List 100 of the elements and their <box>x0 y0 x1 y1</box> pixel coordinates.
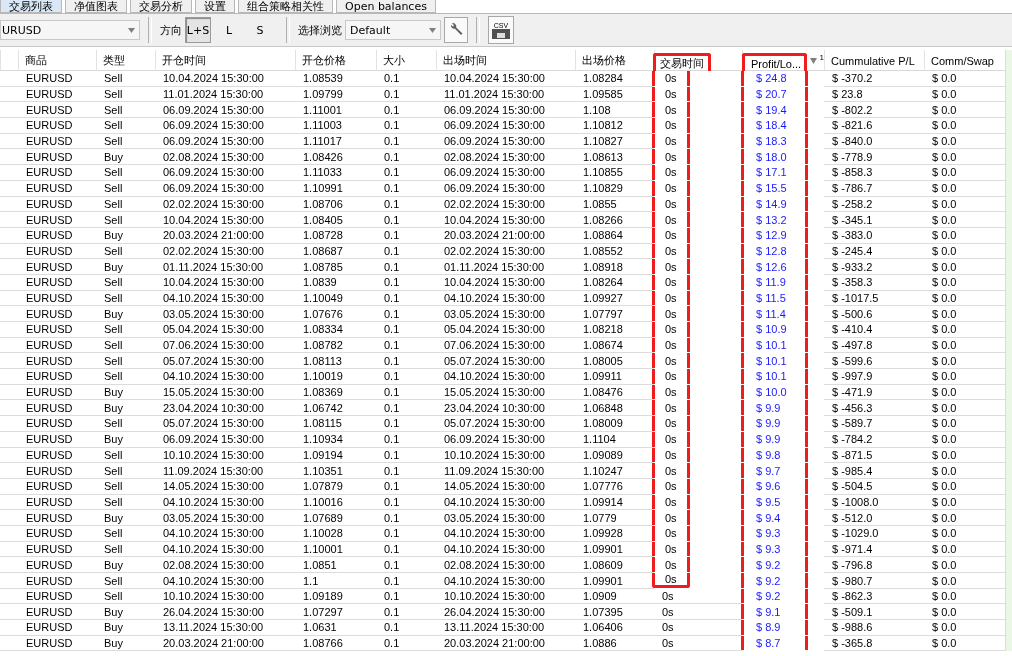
table-cell-text: 10.04.2024 15:30:00 <box>443 72 545 85</box>
table-cell-text: 06.09.2024 15:30:00 <box>162 135 264 148</box>
table-cell-text: EURUSD <box>25 417 73 430</box>
table-cell: 0s <box>652 243 690 259</box>
table-cell-text: Buy <box>103 605 123 618</box>
table-cell-text: 11.09.2024 15:30:00 <box>443 464 545 477</box>
table-cell-text: $ -471.9 <box>831 386 873 399</box>
table-cell-text: EURUSD <box>25 150 73 163</box>
table-cell: $ 24.8 <box>741 71 808 86</box>
table-cell-text: Sell <box>103 197 123 210</box>
table-cell: $ 9.1 <box>741 604 808 620</box>
tab[interactable]: 净值图表 <box>65 0 127 13</box>
column-header[interactable]: Comm/Swap <box>925 54 994 67</box>
table-cell: 0s <box>652 227 690 243</box>
table-cell-text: 06.09.2024 15:30:00 <box>443 135 545 148</box>
column-header[interactable]: 出场价格 <box>576 53 626 68</box>
table-cell-text: 1.08728 <box>302 229 343 242</box>
column-header[interactable]: 大小 <box>377 53 405 68</box>
table-cell-text: Buy <box>103 621 123 634</box>
table-cell-text: $ -985.4 <box>831 464 873 477</box>
table-cell: $ 10.0 <box>741 384 808 400</box>
table-cell-text: $ 0.0 <box>931 260 957 273</box>
table-cell-text: 0.1 <box>383 542 400 555</box>
table-cell-text: $ 0.0 <box>931 197 957 210</box>
table-cell-text: 1.09928 <box>582 527 623 540</box>
table-cell-text: $ 0.0 <box>931 527 957 540</box>
table-cell-text: 06.09.2024 15:30:00 <box>162 433 264 446</box>
table-cell-text: $ 0.0 <box>931 72 957 85</box>
column-header[interactable]: 开仓时间 <box>156 53 206 68</box>
table-cell-text: 10.10.2024 15:30:00 <box>443 590 545 603</box>
direction-toggle[interactable]: L <box>216 17 242 43</box>
table-cell-text: 11.09.2024 15:30:00 <box>162 464 264 477</box>
table-cell-text: EURUSD <box>25 464 73 477</box>
table-cell-text: $ 0.0 <box>931 417 957 430</box>
table-cell-text: 1.0851 <box>302 558 337 571</box>
table-cell-text: EURUSD <box>25 480 73 493</box>
table-cell-text: 05.04.2024 15:30:00 <box>162 323 264 336</box>
table-cell-text: EURUSD <box>25 103 73 116</box>
symbol-dropdown[interactable]: URUSD <box>0 20 140 40</box>
table-cell-text: 1.08266 <box>582 213 623 226</box>
table-cell-text: $ -871.5 <box>831 448 873 461</box>
table-cell: 0s <box>652 165 690 180</box>
table-cell-text: 20.03.2024 21:00:00 <box>162 229 264 242</box>
table-cell-text: 0.1 <box>383 590 400 603</box>
table-cell: $ 11.9 <box>741 274 808 290</box>
table-cell-text: $ 0.0 <box>931 119 957 132</box>
table-cell-text: EURUSD <box>25 72 73 85</box>
table-cell-text: 1.09799 <box>302 88 343 101</box>
table-cell: 0s <box>652 259 690 274</box>
tab[interactable]: 交易分析 <box>130 0 192 13</box>
table-cell-text: 03.05.2024 15:30:00 <box>443 307 545 320</box>
table-cell-text: 1.09089 <box>582 448 623 461</box>
table-cell-text: EURUSD <box>25 88 73 101</box>
column-header[interactable]: 交易时间 <box>653 53 711 71</box>
table-cell: 0s <box>652 290 690 306</box>
table-cell-text: Sell <box>103 527 123 540</box>
table-cell-text: 02.02.2024 15:30:00 <box>162 197 264 210</box>
column-header[interactable]: Cummulative P/L <box>825 54 915 67</box>
table-cell: $ 9.2 <box>741 588 808 604</box>
table-cell-text: 04.10.2024 15:30:00 <box>162 542 264 555</box>
table-cell: $ 9.5 <box>741 494 808 510</box>
direction-toggle[interactable]: L+S <box>185 17 211 43</box>
table-cell: 0s <box>652 149 690 165</box>
table-cell-text: 0.1 <box>383 354 400 367</box>
table-cell-text: EURUSD <box>25 354 73 367</box>
table-cell-text: 04.10.2024 15:30:00 <box>162 370 264 383</box>
table-cell-text: 1.08115 <box>302 417 342 430</box>
tab[interactable]: 设置 <box>195 0 235 13</box>
table-cell-text: 10.10.2024 15:30:00 <box>443 448 545 461</box>
dropdown-arrow-icon <box>429 27 436 33</box>
table-cell-text: $ 0.0 <box>931 464 957 477</box>
column-header[interactable]: 开仓价格 <box>296 53 346 68</box>
table-cell: 0s <box>652 447 690 463</box>
table-cell-text: $ -383.0 <box>831 229 873 242</box>
table-cell: 0s <box>652 196 690 212</box>
column-header[interactable]: 出场时间 <box>437 53 487 68</box>
table-cell-text: 06.09.2024 15:30:00 <box>443 119 545 132</box>
table-cell-text: 07.06.2024 15:30:00 <box>162 339 264 352</box>
column-header[interactable]: Profit/Lo... <box>742 53 808 71</box>
table-cell-text: 26.04.2024 15:30:00 <box>443 605 545 618</box>
table-cell-text: Buy <box>103 150 123 163</box>
column-header[interactable]: 商品 <box>19 53 47 68</box>
table-cell-text: $ 0.0 <box>931 621 957 634</box>
tab[interactable]: 组合策略相关性 <box>238 0 333 13</box>
direction-toggle[interactable]: S <box>247 17 273 43</box>
table-cell-text: Sell <box>103 495 123 508</box>
tab[interactable]: Open balances <box>336 0 436 13</box>
tab[interactable]: 交易列表 <box>0 0 62 13</box>
table-cell: 0s <box>652 102 690 118</box>
table-cell-text: 1.07879 <box>302 480 343 493</box>
table-cell-text: $ -410.4 <box>831 323 873 336</box>
table-cell-text: 1.09901 <box>582 574 623 587</box>
table-cell-text: 1.08609 <box>582 558 623 571</box>
column-header[interactable]: 类型 <box>97 53 125 68</box>
table-cell-text: 11.01.2024 15:30:00 <box>443 88 545 101</box>
table-cell-text: 1.10049 <box>302 291 343 304</box>
view-dropdown[interactable]: Default <box>345 20 441 40</box>
settings-button[interactable] <box>444 17 468 43</box>
wrench-icon <box>448 22 464 38</box>
table-cell-text: 06.09.2024 15:30:00 <box>162 166 264 179</box>
